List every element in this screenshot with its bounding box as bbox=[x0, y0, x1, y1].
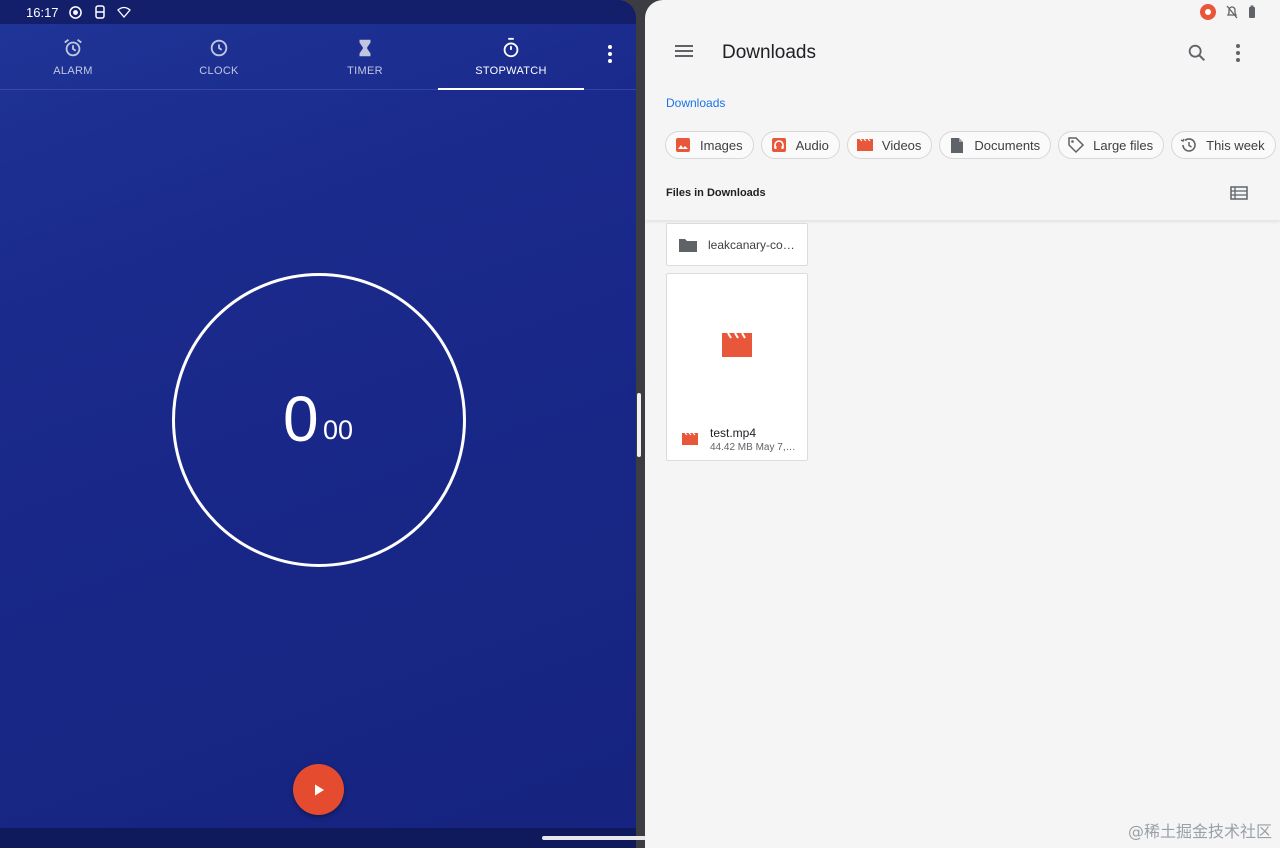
stopwatch-hundredths: 00 bbox=[323, 415, 354, 445]
watermark: @稀土掘金技术社区 bbox=[1127, 822, 1272, 841]
more-options-icon[interactable] bbox=[1226, 44, 1250, 68]
stopwatch-seconds: 0 bbox=[283, 383, 319, 455]
split-screen-handle[interactable] bbox=[637, 393, 641, 457]
tab-label: CLOCK bbox=[199, 65, 239, 77]
folder-item[interactable]: leakcanary-co… bbox=[666, 223, 808, 266]
chip-label: Images bbox=[700, 137, 743, 153]
section-header: Files in Downloads bbox=[645, 180, 1280, 220]
folder-icon bbox=[679, 238, 697, 252]
tab-label: STOPWATCH bbox=[475, 65, 547, 77]
status-bar: 16:17 bbox=[0, 0, 636, 24]
app-bar: Downloads bbox=[645, 28, 1280, 78]
page-title: Downloads bbox=[722, 42, 816, 63]
left-nav-area bbox=[0, 828, 636, 848]
breadcrumb[interactable]: Downloads bbox=[666, 96, 725, 110]
files-app-window: Downloads Downloads Images Audio Videos … bbox=[645, 0, 1280, 848]
play-icon bbox=[314, 784, 324, 795]
stopwatch-dial bbox=[172, 273, 466, 567]
battery-icon bbox=[1249, 5, 1255, 18]
clock-tabs: ALARM CLOCK TIMER STOPWATCH bbox=[0, 24, 636, 90]
gesture-home-bar[interactable] bbox=[542, 836, 646, 840]
file-meta: 44.42 MB May 7,… bbox=[710, 442, 796, 453]
file-name: test.mp4 bbox=[710, 426, 757, 440]
tab-alarm[interactable]: ALARM bbox=[0, 24, 146, 90]
tab-timer[interactable]: TIMER bbox=[292, 24, 438, 90]
tab-stopwatch[interactable]: STOPWATCH bbox=[438, 24, 584, 90]
list-view-icon[interactable] bbox=[1230, 185, 1250, 203]
status-icons-right bbox=[1200, 2, 1256, 22]
section-label: Files in Downloads bbox=[666, 187, 766, 199]
stopwatch-icon bbox=[503, 37, 519, 58]
chip-label: Videos bbox=[881, 137, 922, 153]
folder-name: leakcanary-co… bbox=[708, 237, 795, 252]
tab-label: TIMER bbox=[347, 65, 383, 77]
chip-images[interactable]: Images bbox=[665, 131, 754, 159]
movie-icon bbox=[682, 432, 698, 445]
bell-off-icon bbox=[1226, 5, 1238, 19]
file-item[interactable]: test.mp4 44.42 MB May 7,… bbox=[666, 273, 808, 461]
document-icon bbox=[948, 136, 966, 154]
screen-record-icon bbox=[1200, 4, 1216, 20]
movie-icon bbox=[856, 136, 874, 154]
chip-label: Large files bbox=[1093, 137, 1154, 153]
tab-label: ALARM bbox=[53, 65, 93, 77]
filter-chips: Images Audio Videos Documents Large file… bbox=[665, 131, 1276, 159]
movie-icon bbox=[722, 332, 752, 357]
chip-large-files[interactable]: Large files bbox=[1058, 131, 1165, 159]
chip-label: Audio bbox=[795, 137, 829, 153]
clock-icon bbox=[210, 39, 228, 57]
tag-icon bbox=[1067, 136, 1085, 154]
chip-audio[interactable]: Audio bbox=[760, 131, 840, 159]
sync-status-icon bbox=[93, 5, 107, 19]
wifi-icon bbox=[116, 5, 131, 19]
start-stopwatch-button[interactable] bbox=[293, 764, 344, 815]
chip-this-week[interactable]: This week bbox=[1171, 131, 1276, 159]
record-status-icon bbox=[69, 5, 83, 19]
chip-label: This week bbox=[1206, 137, 1265, 153]
clock-app-window: 16:17 ALARM CLOCK TIMER STOPWATCH 0 00 bbox=[0, 0, 636, 848]
chip-label: Documents bbox=[974, 137, 1041, 153]
hourglass-icon bbox=[359, 39, 371, 57]
search-icon[interactable] bbox=[1186, 42, 1210, 66]
status-time: 16:17 bbox=[26, 4, 59, 20]
image-icon bbox=[674, 136, 692, 154]
alarm-icon bbox=[64, 39, 82, 57]
overflow-menu-icon[interactable] bbox=[598, 40, 622, 68]
tab-clock[interactable]: CLOCK bbox=[146, 24, 292, 90]
menu-icon[interactable] bbox=[673, 42, 695, 62]
chip-documents[interactable]: Documents bbox=[939, 131, 1052, 159]
history-icon bbox=[1180, 136, 1198, 154]
headphones-icon bbox=[770, 136, 788, 154]
chip-videos[interactable]: Videos bbox=[846, 131, 933, 159]
